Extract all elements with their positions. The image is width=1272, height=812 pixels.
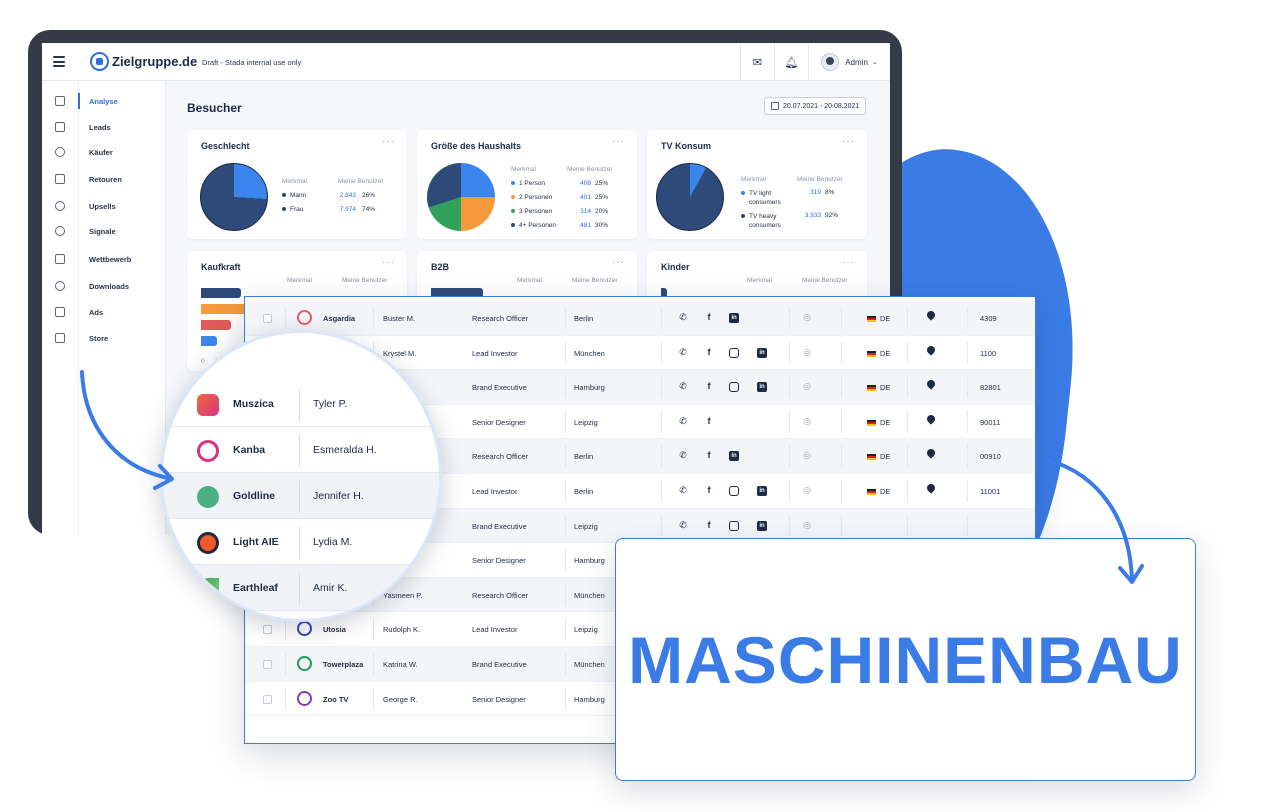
arrow-left [80, 370, 170, 480]
marketing-visual: Zielgruppe.de Draft - Stada internal use… [0, 0, 1272, 812]
arrow-right [1046, 458, 1134, 582]
decorative-arrows [80, 370, 1144, 584]
